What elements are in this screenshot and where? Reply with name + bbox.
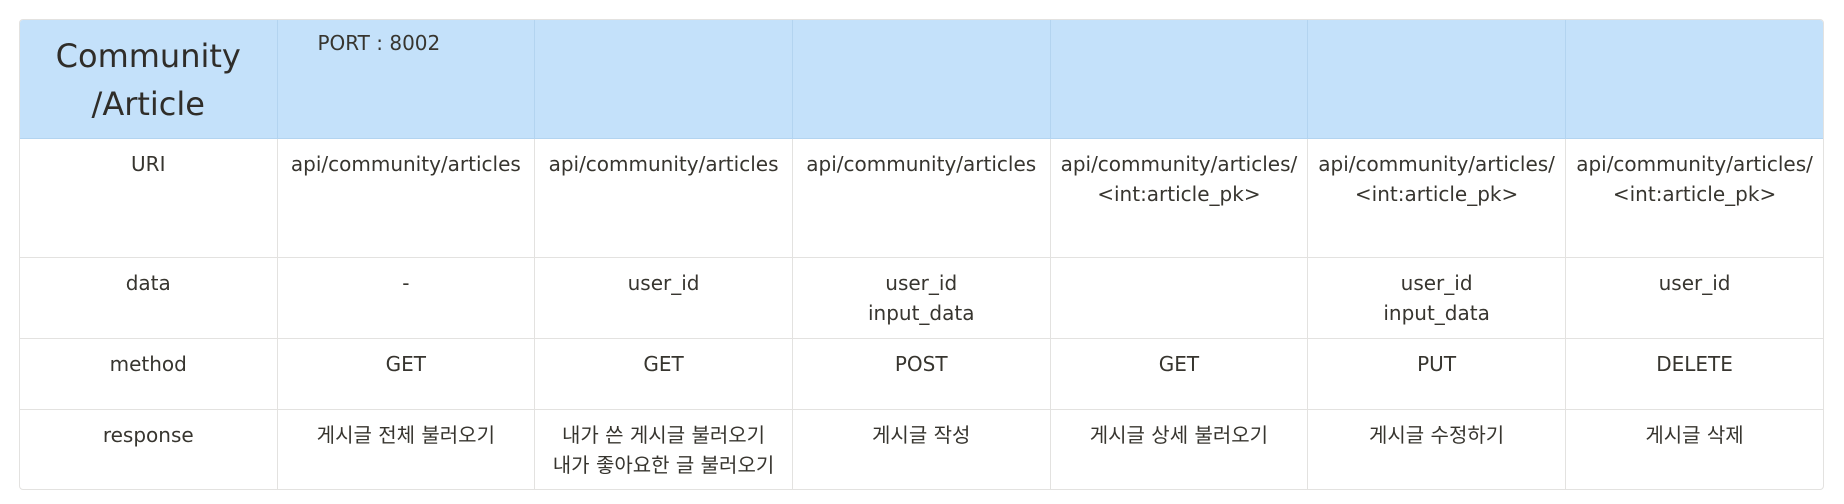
uri-cell-text: api/community/articles (806, 152, 1037, 176)
uri-cell[interactable]: api/community/articles/ <int:article_pk> (1050, 138, 1309, 258)
uri-cell[interactable]: api/community/articles (277, 138, 536, 258)
table-title-line1: Community (55, 37, 241, 75)
data-cell[interactable]: user_id input_data (1307, 257, 1566, 339)
uri-cell[interactable]: api/community/articles (792, 138, 1051, 258)
data-cell-text: - (402, 271, 410, 295)
row-label-data[interactable]: data (20, 257, 278, 339)
method-cell[interactable]: GET (534, 338, 793, 410)
uri-cell[interactable]: api/community/articles (534, 138, 793, 258)
header-row: Community /Article PORT : 8002 (20, 20, 1823, 139)
data-cell[interactable]: user_id (1565, 257, 1823, 339)
row-label-uri[interactable]: URI (20, 138, 278, 258)
data-cell[interactable]: user_id (534, 257, 793, 339)
response-cell[interactable]: 게시글 작성 (792, 409, 1051, 489)
row-label-method[interactable]: method (20, 338, 278, 410)
uri-cell[interactable]: api/community/articles/ <int:article_pk> (1307, 138, 1566, 258)
header-empty-cell[interactable] (792, 20, 1051, 139)
method-cell-text: GET (385, 352, 427, 376)
response-cell-text: 게시글 삭제 (1645, 423, 1744, 447)
uri-cell[interactable]: api/community/articles/ <int:article_pk> (1565, 138, 1823, 258)
response-cell-text: 내가 좋아요한 글 불러오기 (552, 453, 775, 477)
row-label-response[interactable]: response (20, 409, 278, 489)
method-cell-text: POST (894, 352, 948, 376)
uri-cell-text: api/community/articles (548, 152, 779, 176)
uri-cell-text: <int:article_pk> (1097, 182, 1261, 206)
method-cell-text: GET (643, 352, 684, 376)
uri-row: URI api/community/articles api/community/… (20, 138, 1823, 258)
response-cell-text: 게시글 전체 불러오기 (316, 423, 495, 447)
response-cell[interactable]: 게시글 삭제 (1565, 410, 1823, 490)
uri-cell-text: <int:article_pk> (1612, 182, 1777, 206)
method-row: method GET GET POST GET PUT DELETE (20, 338, 1823, 410)
method-cell[interactable]: PUT (1307, 338, 1566, 410)
response-cell-text: 내가 쓴 게시글 불러오기 (561, 423, 766, 447)
response-cell[interactable]: 게시글 전체 불러오기 (277, 409, 536, 489)
response-cell-text: 게시글 상세 불러오기 (1089, 423, 1269, 447)
data-row: data - user_id user_id input_data user_idinp… (20, 257, 1823, 339)
data-cell-text: user_id (1658, 271, 1731, 295)
response-cell[interactable]: 내가 쓴 게시글 불러오기내가 좋아요한 글 불러오기 (534, 409, 793, 489)
row-label-text: response (102, 423, 194, 447)
header-empty-cell[interactable] (1565, 20, 1823, 139)
row-label-text: method (109, 352, 187, 376)
uri-cell-text: api/community/articles/ (1318, 152, 1555, 176)
port-cell[interactable]: PORT : 8002 (277, 20, 536, 139)
row-label-text: URI (131, 152, 166, 176)
response-cell-text: 게시글 작성 (872, 423, 971, 447)
data-cell[interactable]: - (277, 257, 536, 339)
method-cell[interactable]: GET (1050, 338, 1309, 410)
method-cell[interactable]: GET (277, 338, 536, 410)
header-empty-cell[interactable] (1050, 20, 1309, 139)
api-spec-table: Community /Article PORT : 8002 URI api/c… (20, 20, 1823, 489)
data-cell-text: user_id (1400, 271, 1473, 295)
uri-cell-text: api/community/articles/ (1576, 152, 1813, 176)
port-label: PORT : 8002 (317, 31, 441, 55)
data-cell[interactable]: user_id input_data (792, 257, 1051, 339)
method-cell-text: GET (1158, 352, 1200, 376)
method-cell-text: DELETE (1656, 352, 1733, 376)
uri-cell-text: api/community/articles (290, 152, 521, 176)
data-cell-text: user_id (627, 271, 700, 295)
table-title-cell[interactable]: Community /Article (20, 20, 278, 139)
method-cell[interactable]: POST (792, 338, 1051, 410)
method-cell-text: PUT (1417, 352, 1457, 376)
method-cell[interactable]: DELETE (1565, 338, 1823, 410)
data-cell-text: input_data (1383, 301, 1490, 325)
table-title-line2: /Article (91, 85, 205, 123)
api-table-container: Community /Article PORT : 8002 URI api/c… (19, 19, 1824, 490)
data-cell-text: user_id (885, 271, 958, 295)
response-cell[interactable]: 게시글 상세 불러오기 (1050, 409, 1309, 489)
data-cell[interactable] (1050, 257, 1309, 339)
response-row: response 게시글 전체 불러오기 내가 쓴 게시글 불러오기내가 좋아요한… (20, 409, 1823, 490)
data-cell-text: input_data (867, 301, 975, 325)
response-cell[interactable]: 게시글 수정하기 (1307, 409, 1566, 489)
response-cell-text: 게시글 수정하기 (1369, 423, 1505, 447)
header-empty-cell[interactable] (1307, 20, 1566, 139)
header-empty-cell[interactable] (534, 20, 793, 139)
uri-cell-text: api/community/articles/ (1060, 152, 1298, 176)
uri-cell-text: <int:article_pk> (1354, 182, 1519, 206)
row-label-text: data (125, 271, 171, 295)
